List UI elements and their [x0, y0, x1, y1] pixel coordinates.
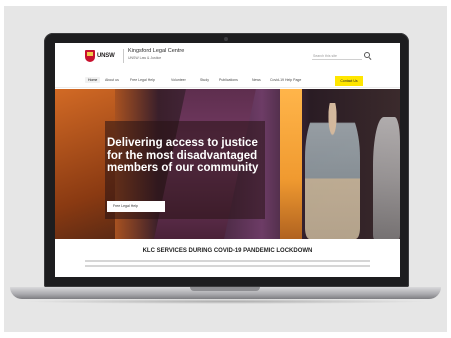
- covid-notice-section: KLC SERVICES DURING COVID-19 PANDEMIC LO…: [55, 239, 400, 277]
- notice-title: KLC SERVICES DURING COVID-19 PANDEMIC LO…: [142, 248, 313, 254]
- site-logo[interactable]: UNSW: [85, 48, 121, 64]
- nav-item-about-us[interactable]: About us: [105, 78, 119, 82]
- nav-item-covid-help[interactable]: Covid-19 Help Page: [270, 78, 301, 82]
- hero-banner: Delivering access to justice for the mos…: [55, 89, 400, 239]
- nav-item-free-legal-help[interactable]: Free Legal Help: [130, 78, 155, 82]
- camera-icon: [224, 37, 228, 41]
- org-subtitle: UNSW Law & Justice: [128, 56, 162, 60]
- search-input[interactable]: Search this site: [312, 53, 362, 60]
- laptop-notch: [190, 287, 260, 291]
- free-legal-help-button[interactable]: Free Legal Help: [107, 201, 165, 212]
- search-icon[interactable]: [364, 52, 370, 58]
- hero-person-image: [373, 117, 400, 239]
- notice-text-line: [85, 260, 370, 262]
- mockup-frame: UNSW Kingsford Legal Centre UNSW Law & J…: [0, 0, 451, 338]
- nav-item-study[interactable]: Study: [200, 78, 209, 82]
- laptop-shadow: [22, 299, 429, 304]
- hero-image-panel: [280, 89, 302, 239]
- org-title[interactable]: Kingsford Legal Centre: [128, 48, 184, 54]
- nav-item-news[interactable]: News: [252, 78, 261, 82]
- nav-item-home[interactable]: Home: [85, 77, 101, 83]
- site-header: UNSW Kingsford Legal Centre UNSW Law & J…: [55, 43, 400, 71]
- main-nav: Home About us Free Legal Help Volunteer …: [55, 74, 400, 88]
- notice-text-line: [85, 265, 370, 267]
- contact-us-button[interactable]: Contact Us: [335, 76, 363, 86]
- nav-item-volunteer[interactable]: Volunteer: [171, 78, 186, 82]
- hero-heading: Delivering access to justice for the mos…: [107, 137, 259, 174]
- logo-text: UNSW: [97, 53, 115, 59]
- crest-icon: [85, 50, 95, 62]
- nav-item-publications[interactable]: Publications: [219, 78, 238, 82]
- hero-person-image: [305, 103, 360, 239]
- header-divider: [123, 49, 124, 63]
- laptop-screen: UNSW Kingsford Legal Centre UNSW Law & J…: [55, 43, 400, 277]
